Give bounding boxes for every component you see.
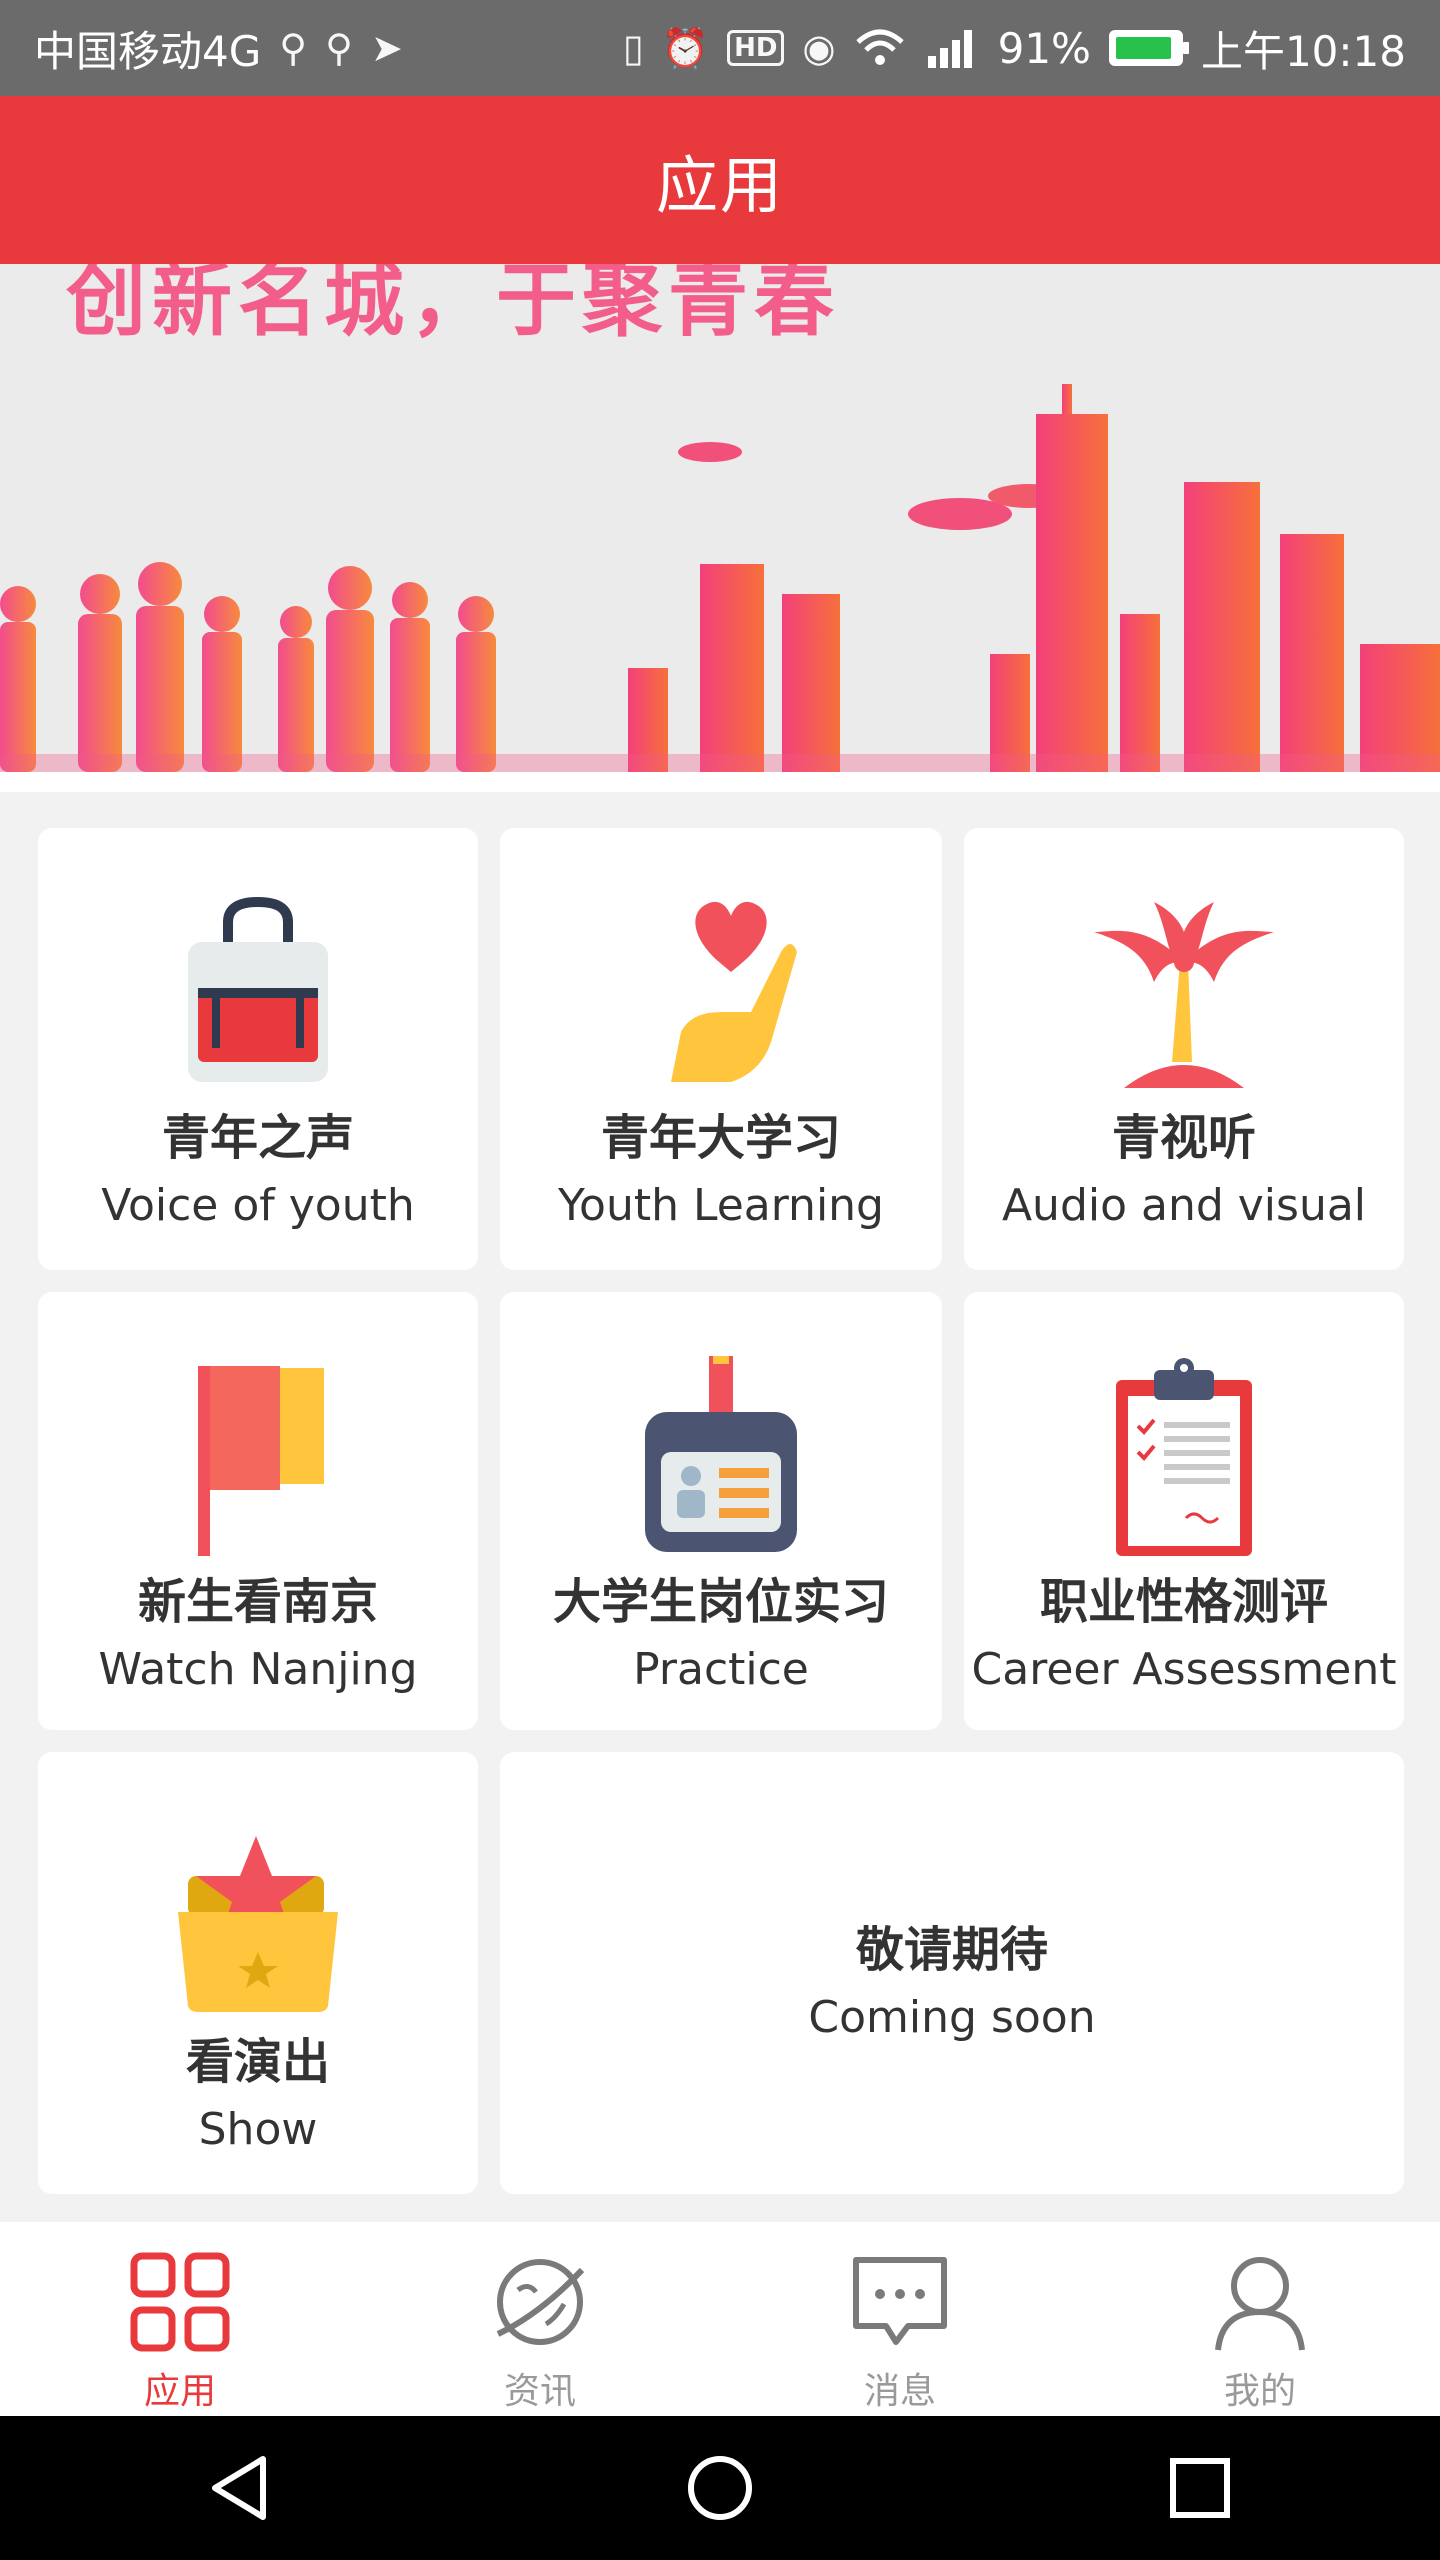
tile-subtitle: Coming soon <box>808 1991 1096 2043</box>
carrier-label: 中国移动4G <box>34 26 262 76</box>
tile-title: 青年之声 <box>161 1110 354 1166</box>
usb-icon: ⚲ <box>279 26 308 70</box>
apps-grid-icon <box>130 2252 230 2352</box>
palm-tree-icon <box>1084 892 1284 1092</box>
wifi-icon <box>855 29 904 65</box>
heart-hand-icon <box>621 892 821 1092</box>
battery-percent: 91% <box>997 23 1091 73</box>
tile-subtitle: Voice of youth <box>101 1180 415 1231</box>
tile-youth-learning[interactable]: 青年大学习 Youth Learning <box>500 828 942 1270</box>
tile-title: 大学生岗位实习 <box>552 1574 889 1630</box>
recents-button[interactable] <box>1140 2428 1260 2548</box>
tile-practice[interactable]: 大学生岗位实习 Practice <box>500 1292 942 1730</box>
city-skyline-illustration <box>0 384 1440 772</box>
tile-watch-nanjing[interactable]: 新生看南京 Watch Nanjing <box>38 1292 478 1730</box>
banner-image[interactable]: 创新名城，于聚青春 <box>0 264 1440 772</box>
tile-title: 青年大学习 <box>600 1110 841 1166</box>
clock: 上午10:18 <box>1200 26 1406 76</box>
send-icon: ➤ <box>370 26 403 70</box>
tile-show[interactable]: 看演出 Show <box>38 1752 478 2194</box>
bottom-tab-bar: 应用 资讯 消息 我的 <box>0 2222 1440 2416</box>
system-nav-bar <box>0 2416 1440 2560</box>
signal-icon <box>927 30 972 68</box>
page-title: 应用 <box>655 149 784 222</box>
tile-title: 看演出 <box>185 2034 330 2090</box>
back-button[interactable] <box>180 2428 300 2548</box>
tile-subtitle: Show <box>198 2104 318 2155</box>
planet-icon <box>496 2259 585 2345</box>
eye-icon: ◉ <box>802 26 836 70</box>
tab-news[interactable]: 资讯 <box>360 2222 720 2416</box>
tile-subtitle: Audio and visual <box>1001 1180 1367 1231</box>
tab-profile[interactable]: 我的 <box>1080 2222 1440 2416</box>
tab-apps[interactable]: 应用 <box>0 2222 360 2416</box>
tile-title: 新生看南京 <box>137 1574 378 1630</box>
message-icon <box>853 2257 947 2345</box>
battery-icon <box>1108 30 1189 66</box>
tile-coming-soon: 敬请期待 Coming soon <box>500 1752 1404 2194</box>
tile-audio-visual[interactable]: 青视听 Audio and visual <box>964 828 1404 1270</box>
tab-label: 资讯 <box>503 2371 576 2412</box>
bag-icon <box>158 892 358 1092</box>
status-left: 中国移动4G ⚲ ⚲ ➤ <box>34 18 403 79</box>
app-header: 应用 <box>0 96 1440 264</box>
tile-subtitle: Career Assessment <box>971 1644 1397 1695</box>
home-icon <box>688 2456 752 2520</box>
tab-label: 我的 <box>1223 2371 1296 2412</box>
tile-title: 青视听 <box>1111 1110 1256 1166</box>
vibrate-icon: ▯ <box>622 26 644 70</box>
home-button[interactable] <box>660 2428 780 2548</box>
tile-career-assessment[interactable]: 职业性格测评 Career Assessment <box>964 1292 1404 1730</box>
tab-messages[interactable]: 消息 <box>720 2222 1080 2416</box>
tile-title: 敬请期待 <box>855 1921 1048 1978</box>
tile-title: 职业性格测评 <box>1039 1574 1328 1630</box>
clipboard-icon <box>1084 1356 1284 1556</box>
tile-subtitle: Youth Learning <box>558 1180 884 1231</box>
hd-icon: HD <box>727 30 785 66</box>
recents-icon <box>1170 2458 1230 2518</box>
back-icon <box>212 2456 266 2520</box>
banner-divider <box>0 772 1440 792</box>
id-badge-icon <box>621 1356 821 1556</box>
status-bar: 中国移动4G ⚲ ⚲ ➤ ▯ ⏰ HD ◉ 91% 上午10:18 <box>0 0 1440 96</box>
flag-icon <box>158 1356 358 1556</box>
tile-subtitle: Practice <box>633 1644 809 1695</box>
star-folder-icon <box>158 1816 358 2016</box>
user-icon <box>1215 2257 1305 2351</box>
tab-label: 消息 <box>863 2371 936 2412</box>
tile-voice-of-youth[interactable]: 青年之声 Voice of youth <box>38 828 478 1270</box>
alarm-icon: ⏰ <box>661 25 710 70</box>
usb-icon: ⚲ <box>325 26 353 70</box>
status-right: ▯ ⏰ HD ◉ 91% 上午10:18 <box>623 18 1406 79</box>
tile-subtitle: Watch Nanjing <box>98 1644 418 1695</box>
tab-label: 应用 <box>143 2371 216 2412</box>
